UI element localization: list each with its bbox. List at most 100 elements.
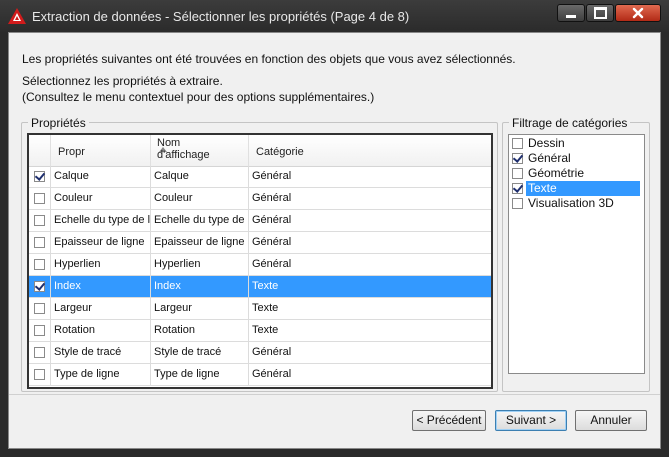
cell-category: Général [252,192,292,204]
table-row[interactable]: Style de tracé Style de tracé Général [29,342,491,364]
category-label: Texte [526,181,640,196]
category-filter-list[interactable]: Dessin Général Géométrie Texte Visualisation… [508,134,645,374]
row-checkbox-cell [29,320,51,342]
cell-property: Couleur [51,188,151,210]
window-title: Extraction de données - Sélectionner les… [32,9,410,24]
cell-property: Rotation [51,320,151,342]
table-row[interactable]: Index Index Texte [29,276,491,298]
cell-category: Général [252,346,292,358]
table-row[interactable]: Calque Calque Général [29,166,491,188]
row-checkbox[interactable] [34,237,45,248]
row-checkbox[interactable] [34,325,45,336]
intro-text: Les propriétés suivantes ont été trouvée… [22,52,516,66]
row-checkbox-cell [29,276,51,298]
close-icon [632,7,644,19]
properties-grid[interactable]: Propr Nom d'affichage Catégorie Calque Ca… [27,133,493,389]
row-checkbox-cell [29,342,51,364]
cancel-button[interactable]: Annuler [575,410,647,431]
row-checkbox[interactable] [34,193,45,204]
button-separator [9,394,660,395]
table-row[interactable]: Couleur Couleur Général [29,188,491,210]
category-filter-item[interactable]: Dessin [511,136,642,151]
table-row[interactable]: Hyperlien Hyperlien Général [29,254,491,276]
title-bar[interactable]: Extraction de données - Sélectionner les… [0,0,669,32]
cell-property: Largeur [51,298,151,320]
category-label: Dessin [528,136,565,150]
autocad-logo-icon [8,8,26,24]
maximize-icon [593,7,607,19]
category-filter-item[interactable]: Général [511,151,642,166]
cell-property: Calque [51,166,151,188]
header-checkbox-column [29,135,51,166]
cell-category: Texte [252,324,279,336]
next-button[interactable]: Suivant > [495,410,567,431]
category-label: Géométrie [528,166,585,180]
cell-category: Général [252,214,292,226]
properties-group-label: Propriétés [28,116,89,130]
previous-button[interactable]: < Précédent [412,410,486,431]
row-checkbox-cell [29,232,51,254]
row-checkbox-cell [29,364,51,386]
cell-property: Epaisseur de ligne [51,232,151,254]
row-checkbox[interactable] [34,215,45,226]
cell-property: Type de ligne [51,364,151,386]
category-filter-label: Filtrage de catégories [509,116,631,130]
category-checkbox[interactable] [512,183,523,194]
row-checkbox[interactable] [34,281,45,292]
cell-property: Hyperlien [51,254,151,276]
category-filter-item[interactable]: Géométrie [511,166,642,181]
cell-display-name[interactable]: Couleur [151,188,249,210]
table-row[interactable]: Echelle du type de ligneEchelle du type … [29,210,491,232]
table-row[interactable]: Largeur Largeur Texte [29,298,491,320]
cell-property: Index [51,276,151,298]
column-header-prop[interactable]: Propr [51,135,167,166]
category-filter-item[interactable]: Texte [511,181,642,196]
cell-display-name[interactable]: Echelle du type de ligne [151,210,249,232]
cell-display-name[interactable]: Hyperlien [151,254,249,276]
cell-category: Général [252,236,292,248]
column-header-category[interactable]: Catégorie [249,135,491,166]
row-checkbox[interactable] [34,171,45,182]
cell-display-name[interactable]: Rotation [151,320,249,342]
table-row[interactable]: Epaisseur de ligne Epaisseur de ligne Géné… [29,232,491,254]
cell-category: Général [252,170,292,182]
category-checkbox[interactable] [512,168,523,179]
row-checkbox-cell [29,298,51,320]
row-checkbox[interactable] [34,259,45,270]
cell-display-name[interactable]: Largeur [151,298,249,320]
category-checkbox[interactable] [512,198,523,209]
table-row[interactable]: Type de ligne Type de ligne Général [29,364,491,386]
dialog-body: Les propriétés suivantes ont été trouvée… [8,32,661,449]
category-label: Visualisation 3D [528,196,614,210]
hint-text: (Consultez le menu contextuel pour des o… [22,90,375,104]
cell-property: Echelle du type de ligne [51,210,151,232]
table-row[interactable]: Rotation Rotation Texte [29,320,491,342]
cell-display-name[interactable]: Calque [151,166,249,188]
category-filter-item[interactable]: Visualisation 3D [511,196,642,211]
instruction-text: Sélectionnez les propriétés à extraire. [22,74,223,88]
dialog-window: Extraction de données - Sélectionner les… [0,0,669,457]
grid-header: Propr Nom d'affichage Catégorie [29,135,491,167]
category-label: Général [528,151,571,165]
row-checkbox-cell [29,166,51,188]
cell-display-name[interactable]: Index [151,276,249,298]
row-checkbox[interactable] [34,303,45,314]
cell-display-name[interactable]: Style de tracé [151,342,249,364]
minimize-button[interactable] [557,4,585,22]
cell-display-name[interactable]: Epaisseur de ligne [151,232,249,254]
cell-category: Texte [252,302,279,314]
cell-display-name[interactable]: Type de ligne [151,364,249,386]
category-checkbox[interactable] [512,153,523,164]
cell-property: Style de tracé [51,342,151,364]
row-checkbox-cell [29,254,51,276]
maximize-button[interactable] [586,4,614,22]
category-checkbox[interactable] [512,138,523,149]
row-checkbox[interactable] [34,347,45,358]
minimize-icon [566,14,576,18]
row-checkbox-cell [29,188,51,210]
cell-category: Général [252,258,292,270]
row-checkbox[interactable] [34,369,45,380]
cell-category: Texte [252,280,279,292]
column-header-display-name[interactable]: Nom d'affichage [151,135,249,166]
close-button[interactable] [615,4,661,22]
